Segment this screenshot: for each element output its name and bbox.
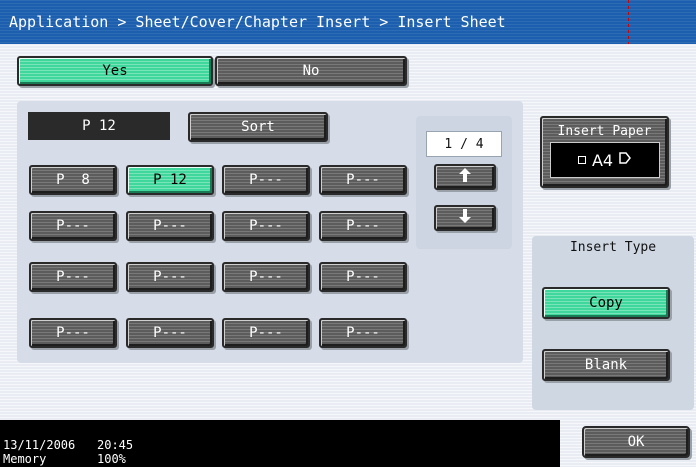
- page-button[interactable]: P---: [126, 262, 214, 292]
- insert-type-panel: [532, 236, 694, 410]
- page-button[interactable]: P 12: [126, 165, 214, 195]
- current-page-display: P 12: [28, 112, 170, 140]
- paper-size: A4: [591, 150, 614, 170]
- ok-label: OK: [627, 434, 645, 450]
- page-button[interactable]: P---: [319, 165, 407, 195]
- page-button-label: P 8: [56, 172, 90, 188]
- yes-button[interactable]: Yes: [17, 56, 213, 86]
- page-button-label: P---: [346, 218, 380, 234]
- page-button[interactable]: P---: [126, 211, 214, 241]
- page-indicator-text: 1 / 4: [444, 136, 484, 152]
- page-button-label: P---: [249, 172, 283, 188]
- status-date: 13/11/2006: [3, 438, 76, 452]
- page-button-label: P---: [249, 325, 283, 341]
- page-button[interactable]: P---: [222, 165, 310, 195]
- yes-label: Yes: [102, 63, 128, 79]
- sort-button[interactable]: Sort: [188, 112, 328, 142]
- page-indicator: 1 / 4: [426, 131, 502, 157]
- page-button[interactable]: P---: [319, 211, 407, 241]
- current-page-text: P 12: [82, 118, 116, 134]
- insert-paper-display: A4: [549, 142, 660, 178]
- page-button[interactable]: P---: [29, 211, 117, 241]
- page-button[interactable]: P---: [29, 318, 117, 348]
- sort-label: Sort: [241, 119, 275, 135]
- memory-value: 100%: [97, 452, 126, 466]
- ok-button[interactable]: OK: [582, 426, 690, 458]
- breadcrumb: Application > Sheet/Cover/Chapter Insert…: [0, 0, 696, 44]
- page-button-label: P---: [249, 218, 283, 234]
- page-button[interactable]: P---: [126, 318, 214, 348]
- page-button-label: P---: [153, 269, 187, 285]
- copy-button[interactable]: Copy: [542, 287, 670, 319]
- page-button-label: P---: [56, 325, 90, 341]
- page-button-label: P---: [153, 325, 187, 341]
- status-bar: 13/11/2006 20:45 Memory 100%: [0, 420, 560, 467]
- arrow-down-icon: [459, 209, 471, 227]
- blank-button[interactable]: Blank: [542, 349, 670, 381]
- insert-type-title: Insert Type: [569, 240, 657, 255]
- page-button[interactable]: P---: [222, 262, 310, 292]
- status-time: 20:45: [97, 438, 134, 452]
- page-up-button[interactable]: [434, 164, 496, 190]
- page-button[interactable]: P---: [222, 318, 310, 348]
- page-button[interactable]: P---: [319, 318, 407, 348]
- paper-orientation-icon: [619, 152, 632, 168]
- memory-label: Memory: [3, 452, 47, 466]
- marker-line: [628, 0, 629, 44]
- blank-label: Blank: [584, 357, 628, 373]
- insert-paper-button[interactable]: Insert Paper A4: [540, 116, 669, 188]
- page-button[interactable]: P---: [29, 262, 117, 292]
- page-button[interactable]: P 8: [29, 165, 117, 195]
- page-down-button[interactable]: [434, 205, 496, 231]
- no-button[interactable]: No: [215, 56, 407, 86]
- page-button-label: P 12: [153, 172, 187, 188]
- arrow-up-icon: [459, 168, 471, 186]
- page-button-label: P---: [346, 172, 380, 188]
- insert-paper-title: Insert Paper: [557, 124, 652, 139]
- no-label: No: [302, 63, 320, 79]
- page-button-label: P---: [249, 269, 283, 285]
- page-button-label: P---: [346, 325, 380, 341]
- page-button[interactable]: P---: [222, 211, 310, 241]
- copy-label: Copy: [589, 295, 623, 311]
- page-button-label: P---: [56, 269, 90, 285]
- page-button-label: P---: [153, 218, 187, 234]
- page-button-label: P---: [56, 218, 90, 234]
- breadcrumb-text: Application > Sheet/Cover/Chapter Insert…: [9, 13, 506, 31]
- page-button-label: P---: [346, 269, 380, 285]
- page-button[interactable]: P---: [319, 262, 407, 292]
- tray-icon: [577, 156, 586, 164]
